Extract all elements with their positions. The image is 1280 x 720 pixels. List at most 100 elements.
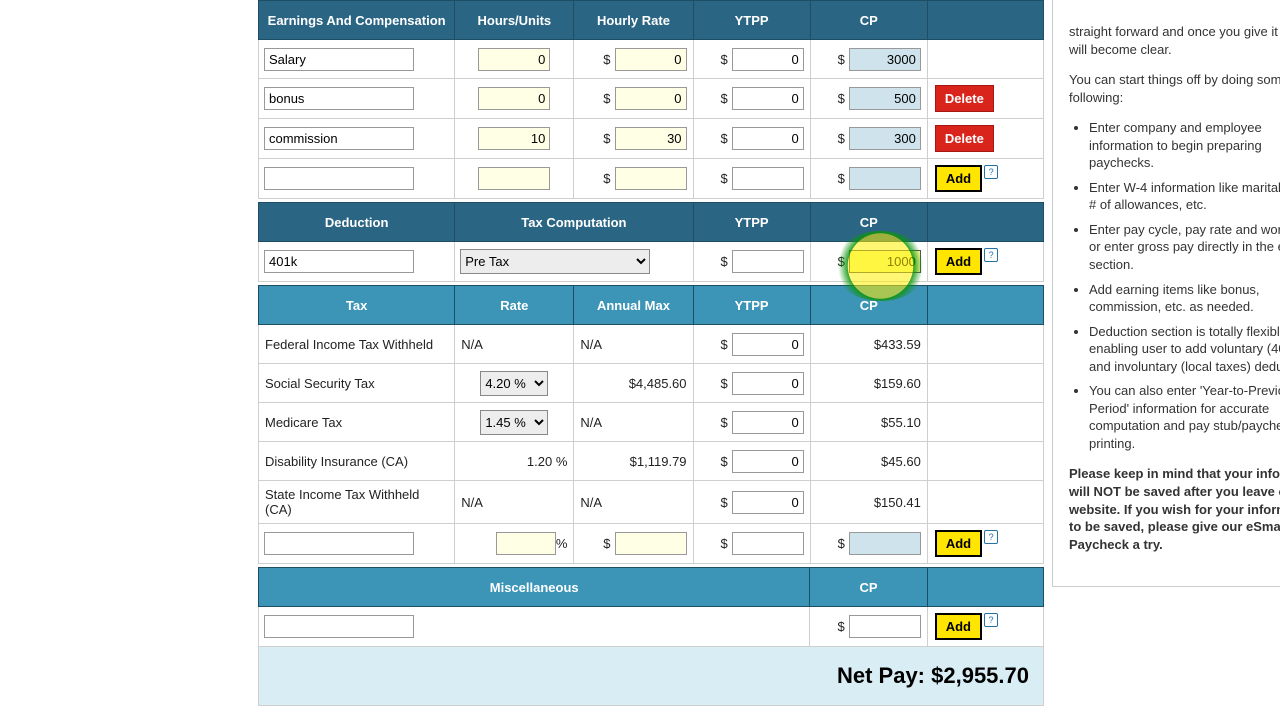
hours-input[interactable] xyxy=(478,127,550,150)
cp-input[interactable] xyxy=(849,167,921,190)
col-ytpp: YTPP xyxy=(693,286,810,325)
cp-input[interactable] xyxy=(849,532,921,555)
earning-name-input[interactable] xyxy=(264,48,414,71)
earnings-table: Earnings And Compensation Hours/Units Ho… xyxy=(258,0,1044,199)
table-row: Social Security Tax 4.20 % $4,485.60 $ $… xyxy=(259,364,1044,403)
help-icon[interactable]: ? xyxy=(984,248,998,262)
col-cp: CP xyxy=(810,203,927,242)
cp-input[interactable] xyxy=(849,87,921,110)
tax-rate-select[interactable]: 1.45 % xyxy=(480,410,548,435)
earning-name-input[interactable] xyxy=(264,167,414,190)
cp-input[interactable] xyxy=(849,615,921,638)
delete-button[interactable]: Delete xyxy=(935,85,994,112)
ytpp-input[interactable] xyxy=(732,491,804,514)
tax-name: Social Security Tax xyxy=(259,364,455,403)
col-cp: CP xyxy=(810,568,927,607)
currency-symbol: $ xyxy=(603,52,610,67)
hours-input[interactable] xyxy=(478,87,550,110)
table-row: % $ $ $ Add? xyxy=(259,524,1044,564)
tax-cp: $45.60 xyxy=(810,442,927,481)
help-text: You can start things off by doing some o… xyxy=(1069,71,1280,106)
ytpp-input[interactable] xyxy=(732,450,804,473)
tax-rate: N/A xyxy=(455,481,574,524)
col-max: Annual Max xyxy=(574,286,693,325)
tax-rate: 1.20 % xyxy=(455,442,574,481)
ytpp-input[interactable] xyxy=(732,532,804,555)
tax-name: Federal Income Tax Withheld xyxy=(259,325,455,364)
tax-rate-input[interactable] xyxy=(496,532,556,555)
rate-input[interactable] xyxy=(615,87,687,110)
ytpp-input[interactable] xyxy=(732,127,804,150)
tax-name-input[interactable] xyxy=(264,532,414,555)
help-icon[interactable]: ? xyxy=(984,613,998,627)
tax-rate-select[interactable]: 4.20 % xyxy=(480,371,548,396)
rate-input[interactable] xyxy=(615,127,687,150)
add-button[interactable]: Add xyxy=(935,530,982,557)
ytpp-input[interactable] xyxy=(732,411,804,434)
cp-input[interactable] xyxy=(849,48,921,71)
hours-input[interactable] xyxy=(478,167,550,190)
tax-max: $1,119.79 xyxy=(574,442,693,481)
deduction-name-input[interactable] xyxy=(264,250,414,273)
ytpp-input[interactable] xyxy=(732,333,804,356)
col-rate: Hourly Rate xyxy=(574,1,693,40)
help-item: Enter company and employee information t… xyxy=(1089,119,1280,172)
col-ytpp: YTPP xyxy=(693,1,810,40)
help-icon[interactable]: ? xyxy=(984,530,998,544)
help-item: Deduction section is totally flexible en… xyxy=(1089,323,1280,376)
ytpp-input[interactable] xyxy=(732,87,804,110)
tax-cp: $55.10 xyxy=(810,403,927,442)
tax-max: N/A xyxy=(574,481,693,524)
table-row: Disability Insurance (CA) 1.20 % $1,119.… xyxy=(259,442,1044,481)
help-item: You can also enter 'Year-to-Previous-Per… xyxy=(1089,382,1280,452)
col-tax: Tax xyxy=(259,286,455,325)
col-action xyxy=(927,1,1043,40)
earning-name-input[interactable] xyxy=(264,87,414,110)
help-item: Enter W-4 information like marital statu… xyxy=(1089,179,1280,214)
rate-input[interactable] xyxy=(615,167,687,190)
help-item: Add earning items like bonus, commission… xyxy=(1089,281,1280,316)
tax-cp: $150.41 xyxy=(810,481,927,524)
table-row: $ Add? xyxy=(259,607,1044,647)
delete-button[interactable]: Delete xyxy=(935,125,994,152)
hours-input[interactable] xyxy=(478,48,550,71)
tax-rate: N/A xyxy=(455,325,574,364)
col-cp: CP xyxy=(810,286,927,325)
table-row: Pre Tax $ $ Add? xyxy=(259,242,1044,282)
table-row: $ $ $ Add? xyxy=(259,159,1044,199)
cp-input[interactable] xyxy=(849,250,921,273)
table-row: Medicare Tax 1.45 % N/A $ $55.10 xyxy=(259,403,1044,442)
tax-max: N/A xyxy=(574,325,693,364)
ytpp-input[interactable] xyxy=(732,167,804,190)
earning-name-input[interactable] xyxy=(264,127,414,150)
tax-max: $4,485.60 xyxy=(574,364,693,403)
add-button[interactable]: Add xyxy=(935,248,982,275)
help-warning: Please keep in mind that your informatio… xyxy=(1069,465,1280,553)
help-text: straight forward and once you give it a … xyxy=(1069,23,1280,58)
col-cp: CP xyxy=(810,1,927,40)
tax-name: Disability Insurance (CA) xyxy=(259,442,455,481)
tax-cp: $433.59 xyxy=(810,325,927,364)
cp-input[interactable] xyxy=(849,127,921,150)
misc-name-input[interactable] xyxy=(264,615,414,638)
table-row: Federal Income Tax Withheld N/A N/A $ $4… xyxy=(259,325,1044,364)
net-pay-value: $2,955.70 xyxy=(931,663,1029,688)
tax-table: Tax Rate Annual Max YTPP CP Federal Inco… xyxy=(258,285,1044,564)
ytpp-input[interactable] xyxy=(732,48,804,71)
rate-input[interactable] xyxy=(615,48,687,71)
ytpp-input[interactable] xyxy=(732,250,804,273)
annual-max-input[interactable] xyxy=(615,532,687,555)
add-button[interactable]: Add xyxy=(935,165,982,192)
col-deduction: Deduction xyxy=(259,203,455,242)
col-rate: Rate xyxy=(455,286,574,325)
add-button[interactable]: Add xyxy=(935,613,982,640)
misc-table: Miscellaneous CP $ Add? xyxy=(258,567,1044,647)
tax-computation-select[interactable]: Pre Tax xyxy=(460,249,650,274)
net-pay-row: Net Pay: $2,955.70 xyxy=(258,647,1044,706)
tax-cp: $159.60 xyxy=(810,364,927,403)
ytpp-input[interactable] xyxy=(732,372,804,395)
deduction-table: Deduction Tax Computation YTPP CP Pre Ta… xyxy=(258,202,1044,282)
table-row: State Income Tax Withheld (CA) N/A N/A $… xyxy=(259,481,1044,524)
help-sidebar: straight forward and once you give it a … xyxy=(1052,0,1280,587)
help-icon[interactable]: ? xyxy=(984,165,998,179)
